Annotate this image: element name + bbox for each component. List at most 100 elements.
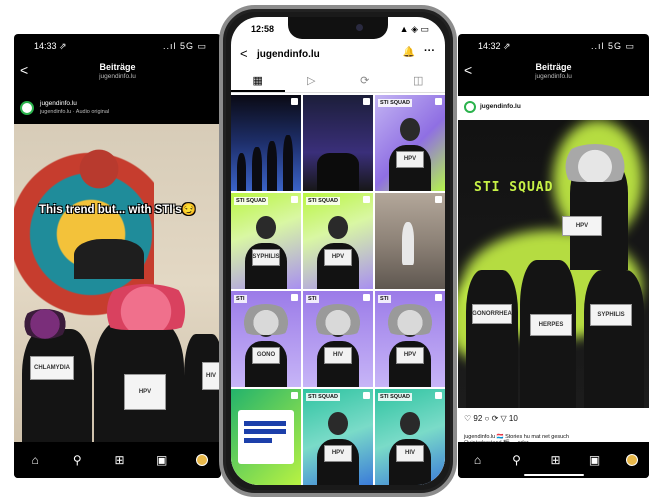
post-image[interactable]: STI SQUAD HPV GONORRHEA HERPES SYPHILIS <box>458 120 649 408</box>
tile-label: STI SQUAD <box>306 393 340 401</box>
like-comment-share-bar[interactable]: ♡ 92 ○ ⟳ ▽ 10 <box>464 414 518 423</box>
person-right <box>584 270 644 408</box>
post-account-name[interactable]: jugendinfo.lu <box>480 103 521 110</box>
tile-person-head <box>400 412 420 436</box>
avatar[interactable] <box>20 101 34 115</box>
grid-post[interactable]: HPV STI SQUAD <box>375 95 445 191</box>
profile-tabs: ▦ ▷ ⟳ ◫ <box>231 69 445 93</box>
tile-label: STI SQUAD <box>378 393 412 401</box>
home-icon[interactable]: ⌂ <box>470 453 486 467</box>
grid-post[interactable]: HIV STI <box>303 291 373 387</box>
tile-person-head <box>256 216 276 240</box>
video-caption-overlay: This trend but... with STI's😏 <box>14 202 221 216</box>
mural-tree <box>54 124 144 214</box>
crowd-figure <box>236 152 247 191</box>
sign-card: HPV <box>124 374 166 410</box>
sign-card: GONORRHEA <box>472 304 512 324</box>
tile-label: STI <box>234 295 247 303</box>
tagged-icon[interactable]: ◫ <box>392 69 446 92</box>
tile-label: STI SQUAD <box>378 99 412 107</box>
poster-title: STI SQUAD <box>474 180 554 195</box>
sign-card: HPV <box>396 150 424 168</box>
grid-post[interactable]: HPV STI SQUAD <box>303 193 373 289</box>
reels-icon[interactable]: ▣ <box>154 453 170 467</box>
grid-post[interactable]: HPV STI SQUAD <box>303 389 373 485</box>
grid-post[interactable] <box>303 95 373 191</box>
center-phone: 12:58 ▲ ◈ ▭ < jugendinfo.lu 🔔 ··· ▦ ▷ ⟳ ◫ H… <box>219 5 457 497</box>
grid-icon[interactable]: ▦ <box>231 69 285 92</box>
multi-post-icon <box>363 196 370 203</box>
profile-header: < jugendinfo.lu 🔔 ··· <box>231 41 445 67</box>
sign-card: HERPES <box>530 314 572 336</box>
tile-label: STI SQUAD <box>234 197 268 205</box>
sign-card: CHLAMYDIA <box>30 356 74 380</box>
profile-icon[interactable] <box>195 454 208 466</box>
back-button[interactable]: < <box>464 62 472 78</box>
bell-icon[interactable]: 🔔 <box>403 47 415 58</box>
back-button[interactable]: < <box>20 62 28 78</box>
reel-video[interactable]: CHLAMYDIA HPV HIV This trend but... with… <box>14 124 221 442</box>
tile-person <box>401 221 415 265</box>
multi-post-icon <box>435 196 442 203</box>
camera-icon <box>356 24 363 31</box>
grid-post[interactable] <box>231 389 301 485</box>
create-icon[interactable]: ⊞ <box>111 453 127 467</box>
status-time: 14:33 ⇗ <box>34 41 67 51</box>
tile-person-head <box>400 118 420 142</box>
search-icon[interactable]: ⚲ <box>69 453 85 467</box>
reels-icon[interactable]: ▷ <box>285 69 339 92</box>
reels-icon[interactable]: ▣ <box>587 453 603 467</box>
sign-card: HIV <box>324 346 352 364</box>
post-audio-label[interactable]: jugendinfo.lu · Audio original <box>40 109 109 115</box>
info-card-graphic <box>238 410 294 464</box>
grid-post[interactable]: GONO STI <box>231 291 301 387</box>
post-author-row[interactable]: jugendinfo.lu <box>458 96 649 120</box>
tile-label: STI <box>306 295 319 303</box>
text-line-graphic <box>243 429 286 435</box>
bottom-nav: ⌂ ⚲ ⊞ ▣ <box>458 442 649 478</box>
repost-icon[interactable]: ⟳ <box>338 69 392 92</box>
post-header: < Beiträge jugendinfo.lu <box>14 56 221 96</box>
status-time: 14:32 ⇗ <box>478 41 511 51</box>
grid-post[interactable]: HIV STI SQUAD <box>375 389 445 485</box>
grid-post[interactable] <box>375 193 445 289</box>
create-icon[interactable]: ⊞ <box>548 453 564 467</box>
multi-post-icon <box>435 294 442 301</box>
multi-post-icon <box>363 392 370 399</box>
avatar[interactable] <box>464 101 476 113</box>
multi-post-icon <box>291 98 298 105</box>
hat-left <box>20 309 70 339</box>
posts-grid: HPV STI SQUAD SYPHILIS STI SQUAD HPV STI SQUA… <box>231 95 445 485</box>
status-bar: 14:33 ⇗ ..ıl 5G ▭ <box>14 34 221 56</box>
mural-figure <box>74 239 144 279</box>
grid-post[interactable] <box>231 95 301 191</box>
grid-post[interactable]: HPV STI <box>375 291 445 387</box>
sign-card: GONO <box>252 346 280 364</box>
header-subtitle: jugendinfo.lu <box>99 73 136 80</box>
sign-card: HPV <box>324 444 352 462</box>
search-icon[interactable]: ⚲ <box>509 453 525 467</box>
multi-post-icon <box>363 294 370 301</box>
more-options-icon[interactable]: ··· <box>424 45 435 57</box>
post-header: < Beiträge jugendinfo.lu <box>458 56 649 96</box>
crowd-figure <box>252 146 262 191</box>
post-account-name[interactable]: jugendinfo.lu <box>40 100 77 107</box>
right-phone-screen: 14:32 ⇗ ..ıl 5G ▭ < Beiträge jugendinfo.… <box>458 34 649 478</box>
post-author-row[interactable]: jugendinfo.lu jugendinfo.lu · Audio orig… <box>14 96 221 124</box>
header-title: Beiträge <box>535 62 572 72</box>
mushroom-hat <box>560 144 630 182</box>
profile-icon[interactable] <box>625 454 638 466</box>
sign-card: HPV <box>396 346 424 364</box>
text-line-graphic <box>243 420 286 426</box>
sign-card: SYPHILIS <box>590 304 632 326</box>
mushroom-hat <box>98 284 194 330</box>
home-icon[interactable]: ⌂ <box>27 453 43 467</box>
crowd-figure <box>267 141 278 191</box>
status-bar: 14:32 ⇗ ..ıl 5G ▭ <box>458 34 649 56</box>
smirk-emoji-icon: 😏 <box>181 204 196 216</box>
person-left <box>466 270 518 408</box>
header-title: Beiträge <box>99 62 136 72</box>
sign-card: HIV <box>202 362 220 390</box>
grid-post[interactable]: SYPHILIS STI SQUAD <box>231 193 301 289</box>
back-button[interactable]: < <box>240 46 248 61</box>
